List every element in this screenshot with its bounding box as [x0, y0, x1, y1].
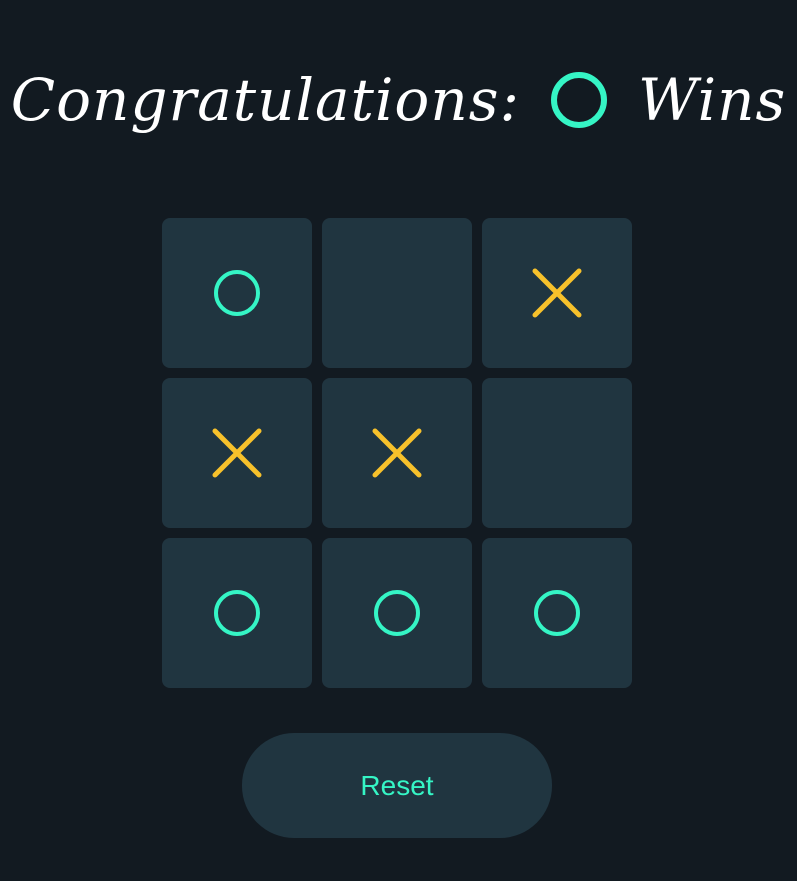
win-suffix-text: Wins [638, 66, 787, 134]
board-cell-9[interactable] [482, 538, 632, 688]
x-mark-icon [532, 268, 582, 318]
x-mark-icon [372, 428, 422, 478]
board-cell-5[interactable] [322, 378, 472, 528]
o-mark-icon [374, 590, 420, 636]
board-cell-4[interactable] [162, 378, 312, 528]
board-cell-6[interactable] [482, 378, 632, 528]
x-mark-icon [212, 428, 262, 478]
win-message: Congratulations: Wins [0, 50, 797, 150]
board-cell-2[interactable] [322, 218, 472, 368]
board-cell-8[interactable] [322, 538, 472, 688]
winner-o-icon [551, 72, 608, 128]
reset-button[interactable]: Reset [242, 733, 552, 838]
board-cell-3[interactable] [482, 218, 632, 368]
o-mark-icon [214, 590, 260, 636]
game-board [162, 218, 632, 688]
o-mark-icon [534, 590, 580, 636]
board-cell-1[interactable] [162, 218, 312, 368]
board-cell-7[interactable] [162, 538, 312, 688]
o-mark-icon [214, 270, 260, 316]
win-prefix-text: Congratulations: [10, 66, 521, 134]
